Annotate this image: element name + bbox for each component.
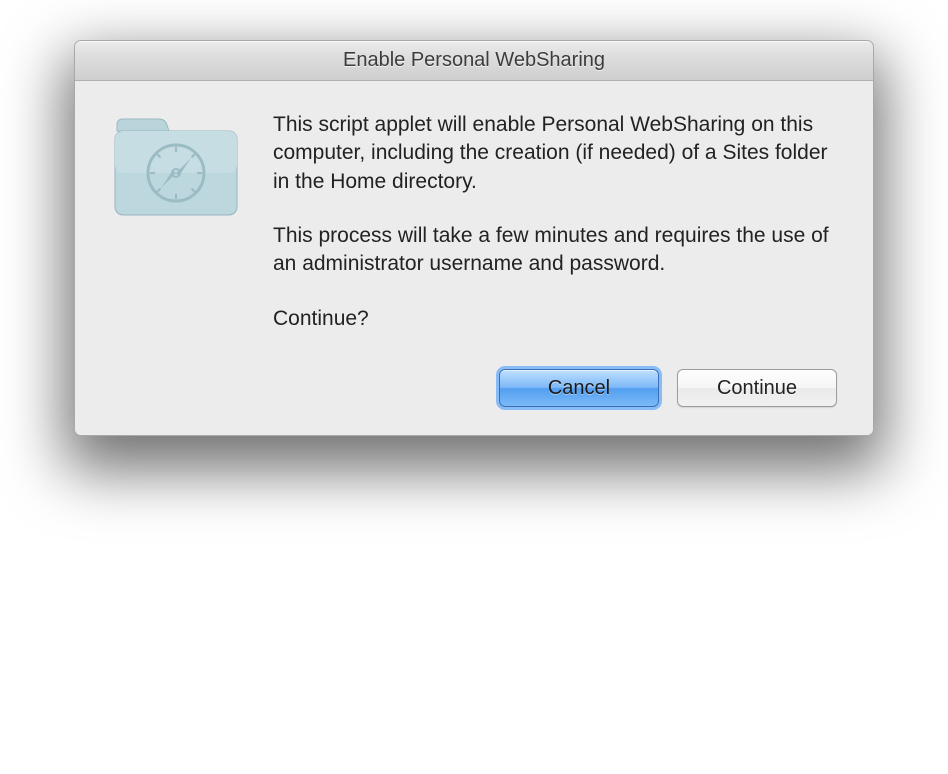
dialog-content: This script applet will enable Personal … <box>75 81 873 361</box>
dialog-window: Enable Personal WebSharing <box>74 40 874 436</box>
dialog-title: Enable Personal WebSharing <box>343 49 605 72</box>
cancel-button[interactable]: Cancel <box>499 369 659 407</box>
titlebar: Enable Personal WebSharing <box>75 41 873 81</box>
message-paragraph-3: Continue? <box>273 305 837 333</box>
continue-button[interactable]: Continue <box>677 369 837 407</box>
icon-area <box>111 111 241 333</box>
message-paragraph-1: This script applet will enable Personal … <box>273 111 837 196</box>
button-row: Cancel Continue <box>75 361 873 435</box>
message-text: This script applet will enable Personal … <box>273 111 837 333</box>
sites-folder-icon <box>111 115 241 215</box>
message-paragraph-2: This process will take a few minutes and… <box>273 222 837 279</box>
